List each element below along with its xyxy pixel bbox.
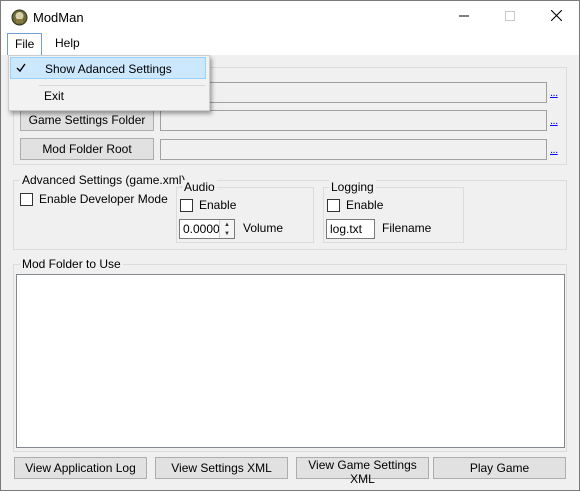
view-application-log-button[interactable]: View Application Log: [14, 457, 147, 479]
log-filename-input[interactable]: log.txt: [326, 219, 375, 239]
menu-file[interactable]: File: [7, 33, 42, 55]
browse-game-folder-link[interactable]: ...: [550, 87, 558, 99]
advanced-settings-title: Advanced Settings (game.xml): [20, 173, 188, 187]
view-settings-xml-button[interactable]: View Settings XML: [155, 457, 288, 479]
developer-mode-checkbox[interactable]: [20, 193, 33, 206]
menu-item-show-advanced-settings[interactable]: Show Adanced Settings: [10, 57, 206, 79]
title-bar[interactable]: ModMan: [1, 1, 579, 33]
logging-title: Logging: [329, 180, 376, 194]
mod-folder-root-field[interactable]: [160, 139, 547, 160]
main-window: ModMan File Help ... Game Settings Folde…: [0, 0, 580, 491]
mod-folder-list[interactable]: [16, 274, 565, 448]
mod-folder-title: Mod Folder to Use: [20, 257, 123, 271]
file-dropdown-menu: Show Adanced Settings Exit: [8, 55, 210, 111]
volume-spin-buttons: ▲ ▼: [219, 220, 234, 238]
developer-mode-label: Enable Developer Mode: [39, 192, 168, 206]
game-settings-folder-button[interactable]: Game Settings Folder: [20, 109, 154, 131]
audio-title: Audio: [182, 180, 217, 194]
volume-spinner[interactable]: 0.0000 ▲ ▼: [179, 219, 235, 239]
menu-help[interactable]: Help: [48, 33, 87, 54]
close-icon: [550, 9, 562, 24]
window-title: ModMan: [33, 10, 84, 25]
game-logo-icon: [11, 9, 28, 26]
browse-mod-folder-root-link[interactable]: ...: [550, 144, 558, 156]
logging-enable-label: Enable: [346, 198, 384, 212]
exit-label: Exit: [44, 89, 65, 103]
volume-label: Volume: [243, 221, 284, 235]
mod-folder-root-button[interactable]: Mod Folder Root: [20, 138, 154, 160]
audio-enable-label: Enable: [199, 198, 237, 212]
minimize-button[interactable]: [441, 1, 487, 33]
spin-down-icon[interactable]: ▼: [220, 229, 234, 238]
maximize-button[interactable]: [487, 1, 533, 33]
filename-label: Filename: [382, 221, 432, 235]
audio-enable-checkbox[interactable]: [180, 199, 193, 212]
maximize-icon: [505, 10, 515, 24]
menu-item-exit[interactable]: Exit: [10, 85, 206, 107]
game-folder-path-field[interactable]: [160, 82, 547, 103]
close-button[interactable]: [533, 1, 579, 33]
browse-game-settings-folder-link[interactable]: ...: [550, 115, 558, 127]
minimize-icon: [459, 10, 469, 24]
volume-value: 0.0000: [183, 222, 220, 236]
play-game-button[interactable]: Play Game: [433, 457, 566, 479]
menu-bar: File Help: [1, 33, 579, 55]
game-settings-folder-field[interactable]: [160, 110, 547, 131]
logging-enable-checkbox[interactable]: [327, 199, 340, 212]
checkmark-icon: [15, 58, 27, 81]
view-game-settings-xml-button[interactable]: View Game Settings XML: [296, 457, 429, 486]
show-advanced-settings-label: Show Adanced Settings: [45, 62, 172, 76]
